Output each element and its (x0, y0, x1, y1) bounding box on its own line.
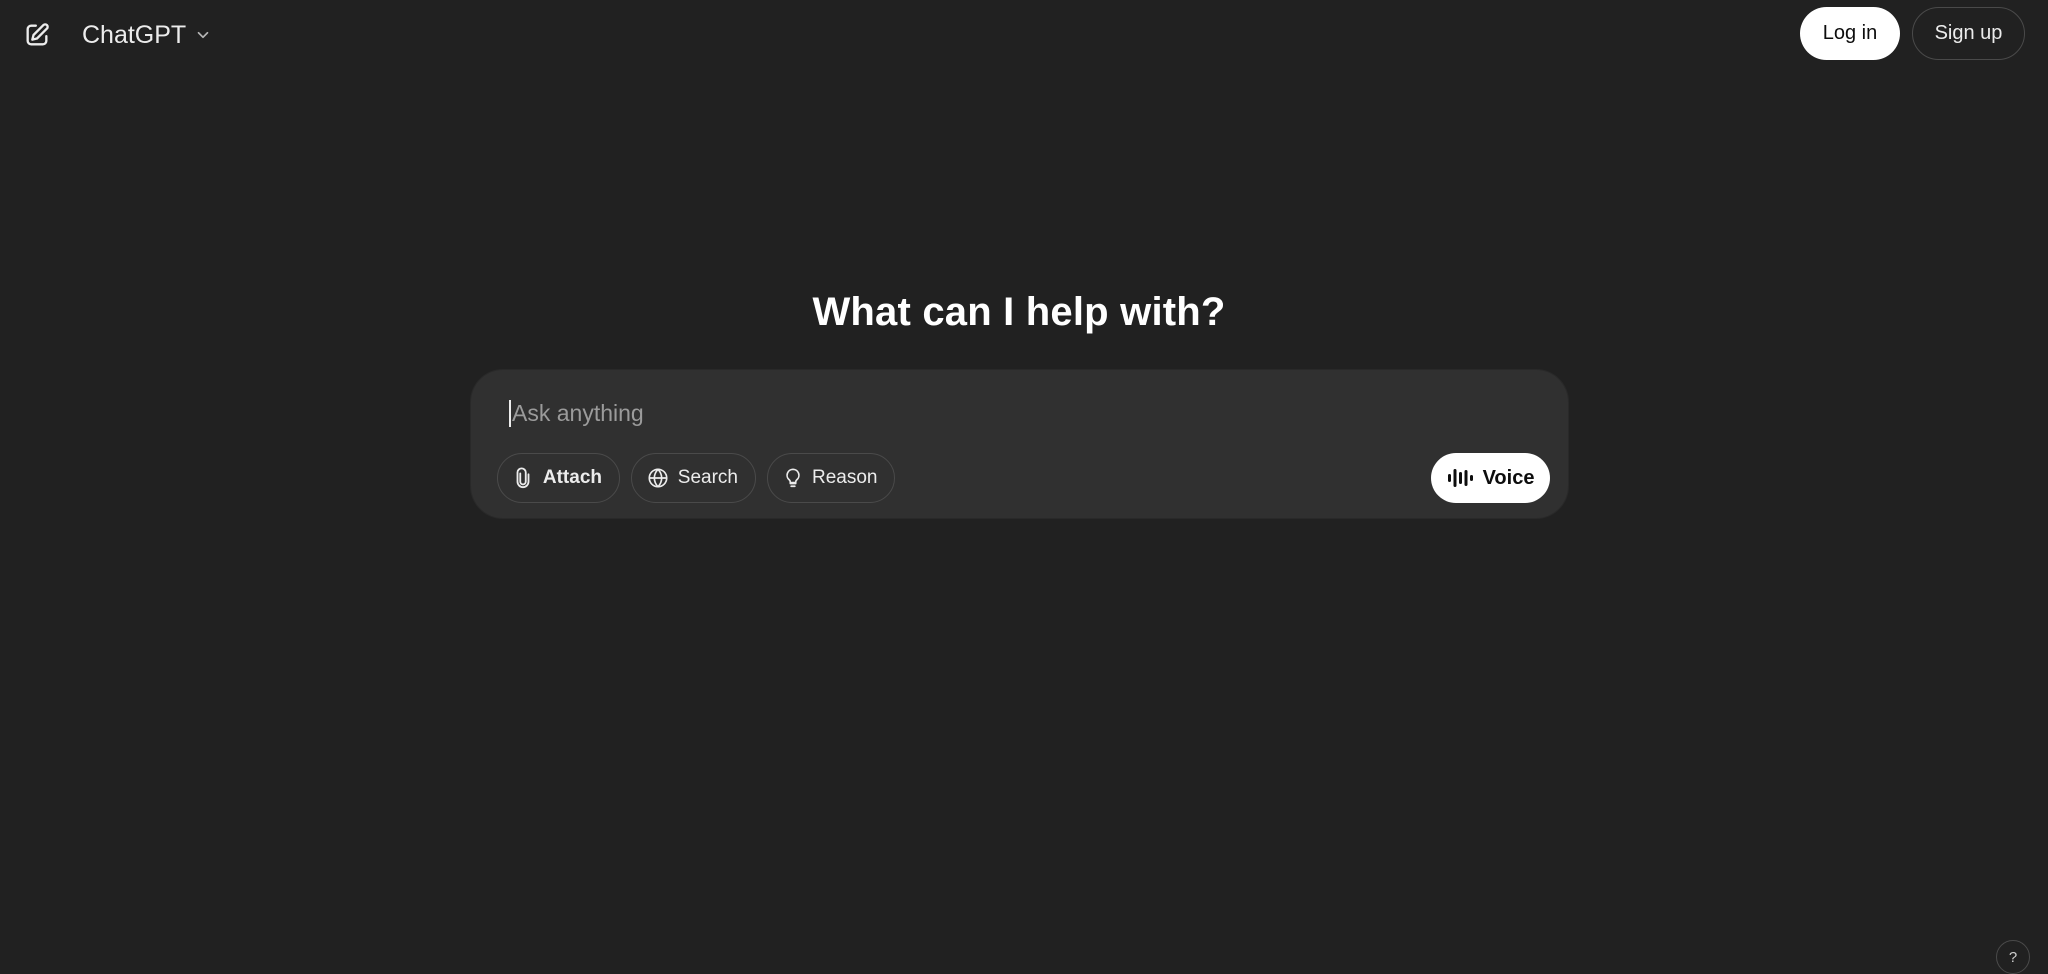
reason-button[interactable]: Reason (767, 453, 895, 503)
model-selector[interactable]: ChatGPT (72, 14, 222, 56)
signup-button[interactable]: Sign up (1912, 7, 2025, 60)
model-name: ChatGPT (82, 20, 187, 49)
attach-label: Attach (542, 467, 602, 488)
help-button[interactable]: ? (1996, 940, 2030, 974)
waveform-icon (1447, 467, 1473, 489)
prompt-composer: Ask anything Attach Search Reason Voice (471, 370, 1568, 518)
compose-icon (26, 23, 49, 46)
new-chat-button[interactable] (19, 17, 55, 53)
search-label: Search (677, 467, 738, 488)
globe-icon (646, 466, 670, 490)
voice-button[interactable]: Voice (1431, 453, 1550, 503)
prompt-placeholder: Ask anything (512, 399, 644, 426)
text-caret (509, 399, 511, 427)
paperclip-icon (512, 466, 535, 490)
reason-label: Reason (812, 467, 878, 488)
voice-label: Voice (1482, 466, 1535, 489)
search-button[interactable]: Search (631, 453, 756, 503)
page-title: What can I help with? (812, 290, 1226, 334)
prompt-input[interactable]: Ask anything (509, 392, 1509, 434)
lightbulb-icon (782, 466, 804, 490)
attach-button[interactable]: Attach (497, 453, 620, 503)
login-button[interactable]: Log in (1800, 7, 1900, 60)
top-bar: ChatGPT Log in Sign up (0, 0, 2048, 70)
chevron-down-icon (194, 26, 212, 44)
